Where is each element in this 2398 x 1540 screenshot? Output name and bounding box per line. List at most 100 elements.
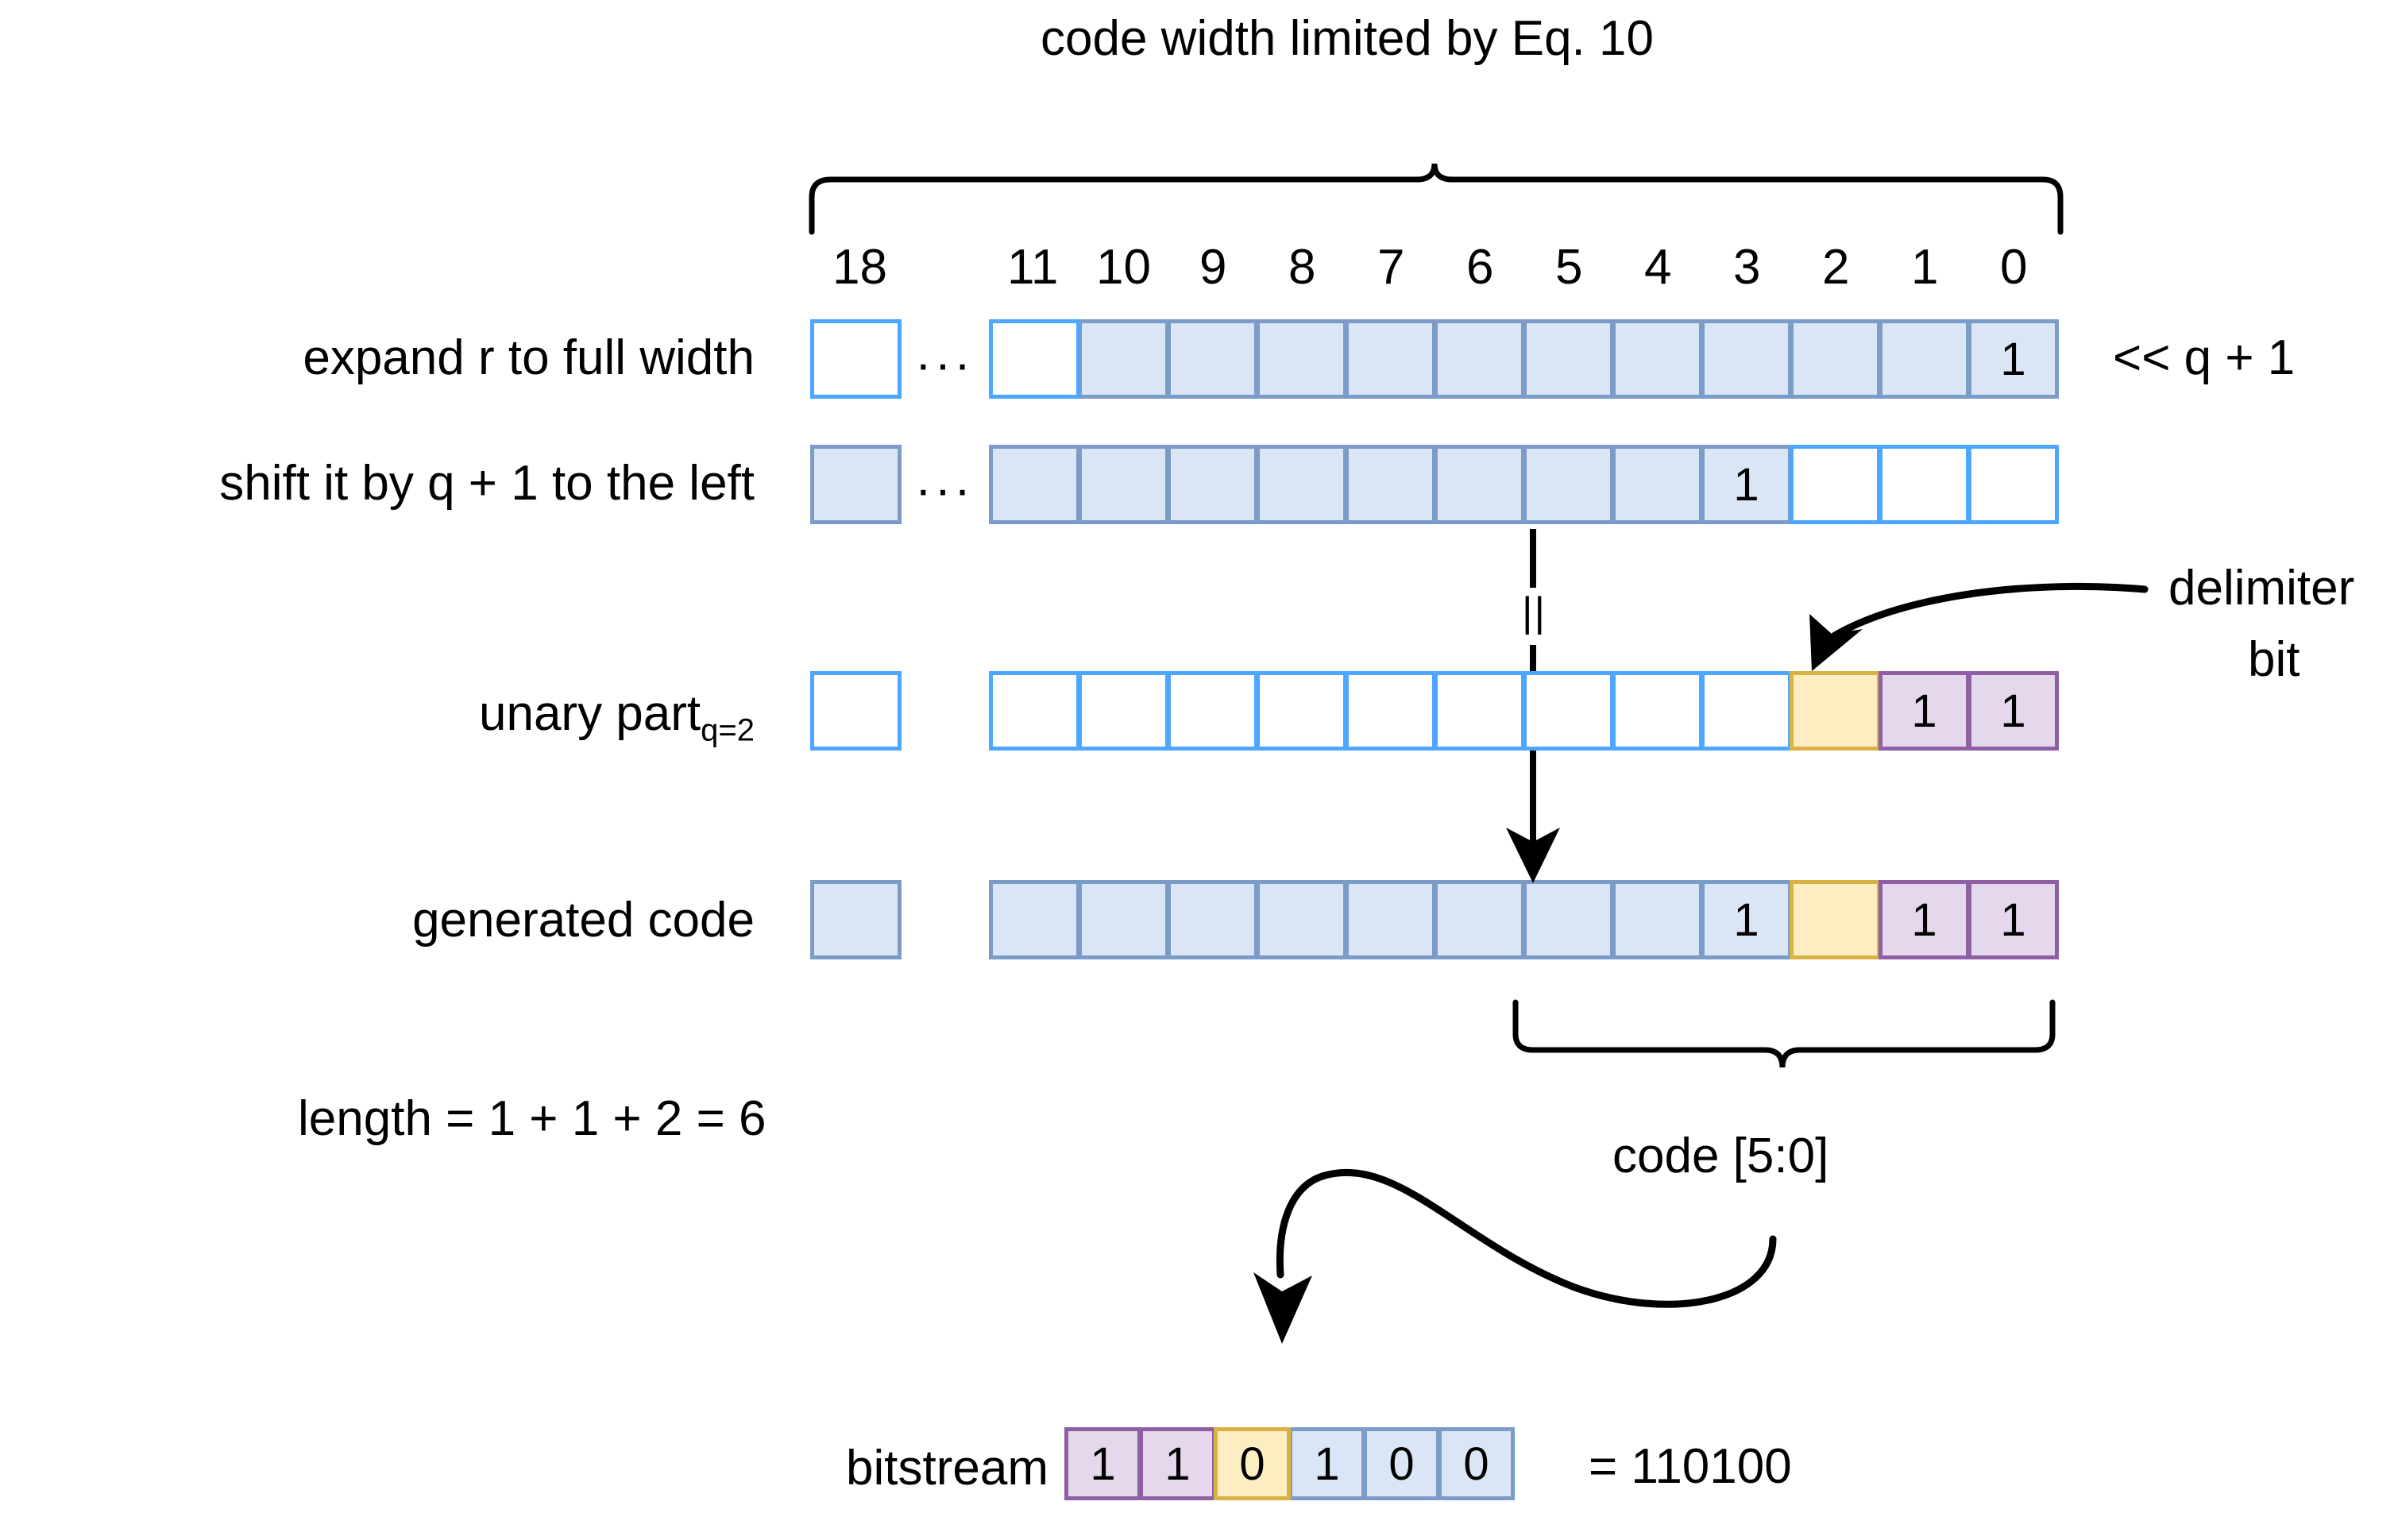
row-label-unary-text: unary part (478, 686, 701, 741)
bit-cell-1-row-expand[interactable] (1879, 319, 1970, 399)
bit-cell-6-row-generated[interactable] (1434, 880, 1525, 959)
bit-cell-4-row-shift[interactable] (1612, 445, 1703, 524)
bit-cell-5-row-shift[interactable] (1523, 445, 1614, 524)
bit-cell-18-row-shift[interactable] (810, 445, 902, 524)
ellipsis-row-shift: ··· (915, 462, 974, 517)
row-expand-side-note: << q + 1 (2113, 330, 2296, 385)
bit-index-5: 5 (1555, 240, 1583, 295)
concat-symbol: || (1522, 589, 1547, 635)
bit-cell-5-row-expand[interactable] (1523, 319, 1614, 399)
bit-cell-0-row-unary[interactable]: 1 (1967, 671, 2059, 751)
bitstream-result: = 110100 (1589, 1439, 1792, 1494)
bit-cell-5-row-unary[interactable] (1523, 671, 1614, 751)
bit-cell-2-row-expand[interactable] (1790, 319, 1881, 399)
bit-cell-7-row-shift[interactable] (1345, 445, 1436, 524)
bitstream-label: bitstream (846, 1441, 1048, 1496)
delimiter-arrow-curve (1831, 582, 2149, 639)
bit-cell-6-row-expand[interactable] (1434, 319, 1525, 399)
delimiter-arrow-head (1809, 614, 1863, 671)
bit-cell-11-row-shift[interactable] (989, 445, 1080, 524)
bit-cell-3-row-unary[interactable] (1701, 671, 1792, 751)
bit-cell-4-row-expand[interactable] (1612, 319, 1703, 399)
bit-cell-8-row-expand[interactable] (1256, 319, 1347, 399)
bit-index-7: 7 (1377, 240, 1405, 295)
bitstream-cell-2[interactable]: 0 (1214, 1427, 1291, 1500)
bit-cell-8-row-generated[interactable] (1256, 880, 1347, 959)
bit-cell-2-row-generated-delimiter[interactable] (1790, 880, 1881, 959)
diagram-title: code width limited by Eq. 10 (1041, 11, 1654, 66)
bit-cell-18-row-generated[interactable] (810, 880, 902, 959)
row-label-generated: generated code (412, 893, 755, 948)
bit-cell-0-row-generated[interactable]: 1 (1967, 880, 2059, 959)
bit-index-18: 18 (832, 240, 887, 295)
bit-index-3: 3 (1733, 240, 1761, 295)
bit-cell-1-row-unary[interactable]: 1 (1879, 671, 1970, 751)
bit-cell-4-row-generated[interactable] (1612, 880, 1703, 959)
bit-cell-3-row-expand[interactable] (1701, 319, 1792, 399)
annotation-overlay (809, 163, 2149, 1344)
bit-index-9: 9 (1199, 240, 1227, 295)
bit-cell-11-row-expand[interactable] (989, 319, 1080, 399)
bit-index-1: 1 (1911, 240, 1939, 295)
bitstream-cell-3[interactable]: 1 (1288, 1427, 1365, 1500)
row-expand-cells: 1 (989, 319, 2059, 399)
bit-index-4: 4 (1644, 240, 1672, 295)
bit-cell-9-row-unary[interactable] (1167, 671, 1258, 751)
bitstream-swoosh-arrowhead (1253, 1272, 1312, 1344)
bit-cell-0-row-expand[interactable]: 1 (1967, 319, 2059, 399)
bit-cell-10-row-generated[interactable] (1078, 880, 1169, 959)
bit-cell-5-row-generated[interactable] (1523, 880, 1614, 959)
bit-cell-9-row-shift[interactable] (1167, 445, 1258, 524)
delimiter-bit-label-line2: bit (2248, 632, 2300, 687)
bit-index-10: 10 (1096, 240, 1151, 295)
bit-cell-11-row-generated[interactable] (989, 880, 1080, 959)
row-shift-cells: 1 (989, 445, 2059, 524)
ellipsis-row-expand: ··· (915, 337, 974, 392)
bitstream-cell-1[interactable]: 1 (1139, 1427, 1216, 1500)
row-label-unary-subscript: q=2 (701, 712, 755, 748)
bit-cell-1-row-shift[interactable] (1879, 445, 1970, 524)
bit-cell-2-row-shift[interactable] (1790, 445, 1881, 524)
bit-cell-8-row-shift[interactable] (1256, 445, 1347, 524)
bit-cell-7-row-unary[interactable] (1345, 671, 1436, 751)
row-generated-msb-cell-group (810, 880, 902, 959)
row-expand-msb-cell-group (810, 319, 902, 399)
row-label-shift: shift it by q + 1 to the left (219, 456, 755, 511)
bit-cell-0-row-shift[interactable] (1967, 445, 2059, 524)
row-unary-cells: 1 1 (989, 671, 2059, 751)
bitstream-cell-5[interactable]: 0 (1438, 1427, 1515, 1500)
bit-cell-18-row-expand[interactable] (810, 319, 902, 399)
bit-cell-8-row-unary[interactable] (1256, 671, 1347, 751)
bit-cell-7-row-generated[interactable] (1345, 880, 1436, 959)
bit-cell-10-row-unary[interactable] (1078, 671, 1169, 751)
bit-index-8: 8 (1288, 240, 1316, 295)
bit-cell-1-row-generated[interactable]: 1 (1879, 880, 1970, 959)
bitstream-cells: 1 1 0 1 0 0 (1064, 1427, 1515, 1500)
bit-index-11: 11 (1007, 240, 1059, 295)
bit-cell-6-row-shift[interactable] (1434, 445, 1525, 524)
bit-cell-18-row-unary[interactable] (810, 671, 902, 751)
bit-cell-3-row-generated[interactable]: 1 (1701, 880, 1792, 959)
bit-cell-6-row-unary[interactable] (1434, 671, 1525, 751)
code-slice-brace (1512, 999, 2056, 1068)
code-slice-label: code [5:0] (1612, 1129, 1829, 1183)
bit-cell-3-row-shift[interactable]: 1 (1701, 445, 1792, 524)
bit-cell-9-row-expand[interactable] (1167, 319, 1258, 399)
bit-cell-11-row-unary[interactable] (989, 671, 1080, 751)
delimiter-bit-label-line1: delimiter (2168, 561, 2355, 616)
bit-index-6: 6 (1466, 240, 1494, 295)
row-shift-msb-cell-group (810, 445, 902, 524)
row-generated-cells: 1 1 1 (989, 880, 2059, 959)
bit-cell-2-row-unary-delimiter[interactable] (1790, 671, 1881, 751)
top-brace (809, 163, 2064, 235)
row-label-unary: unary partq=2 (95, 686, 755, 748)
bitstream-cell-0[interactable]: 1 (1064, 1427, 1141, 1500)
bit-cell-4-row-unary[interactable] (1612, 671, 1703, 751)
concat-arrow-head (1506, 828, 1560, 883)
bit-cell-10-row-expand[interactable] (1078, 319, 1169, 399)
bitstream-cell-4[interactable]: 0 (1363, 1427, 1440, 1500)
length-equation: length = 1 + 1 + 2 = 6 (298, 1091, 767, 1146)
bit-cell-10-row-shift[interactable] (1078, 445, 1169, 524)
bit-cell-9-row-generated[interactable] (1167, 880, 1258, 959)
bit-cell-7-row-expand[interactable] (1345, 319, 1436, 399)
